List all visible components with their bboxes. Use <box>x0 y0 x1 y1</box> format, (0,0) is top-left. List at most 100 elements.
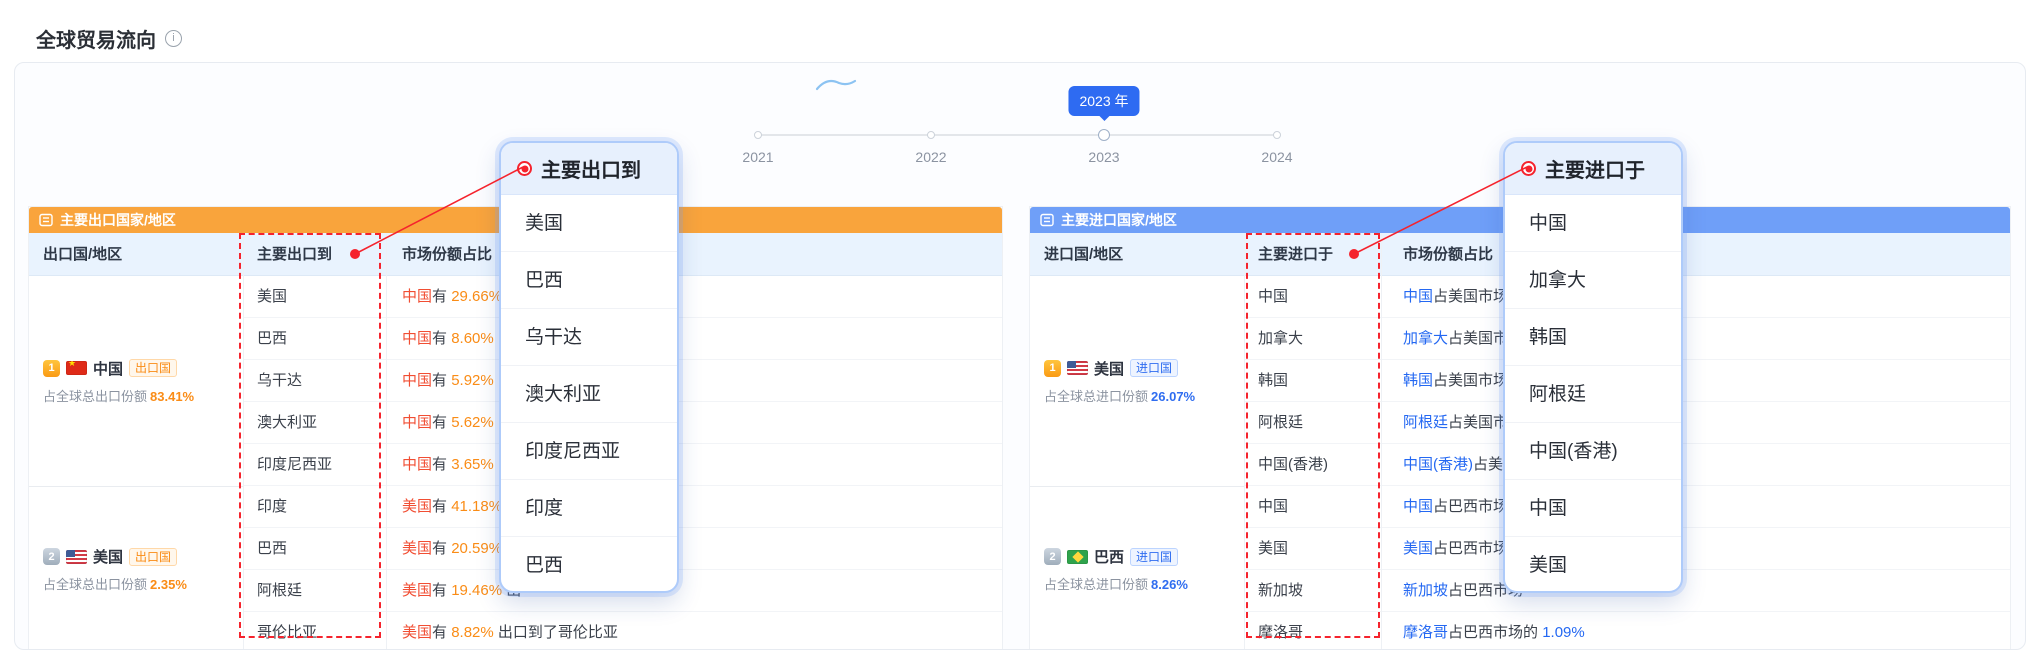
text-segment: 8.82% <box>451 624 494 641</box>
usa-flag-icon <box>1067 361 1088 375</box>
share-label: 占全球总出口份额 <box>43 577 147 592</box>
page-header: 全球贸易流向 i <box>36 24 182 53</box>
text-segment: 占巴西市场的 <box>1448 624 1542 641</box>
timeline-year-2021[interactable]: 2021 <box>728 149 788 165</box>
text-segment: 出口到了哥伦比亚 <box>494 624 618 641</box>
country-line: 2 美国 出口国 <box>43 546 243 567</box>
callout-item: 巴西 <box>501 252 677 309</box>
global-share-line: 占全球总出口份额2.35% <box>43 574 243 593</box>
text-segment: 美国 <box>402 582 432 599</box>
share-label: 占全球总进口份额 <box>1044 577 1148 592</box>
callout-item: 中国 <box>1505 480 1681 537</box>
timeline-track[interactable] <box>758 134 1277 136</box>
callout-item: 韩国 <box>1505 309 1681 366</box>
rank-1-badge: 1 <box>43 360 60 377</box>
share-value: 83.41% <box>150 389 194 404</box>
country-name: 美国 <box>93 546 123 567</box>
import-column-annotation-box <box>1246 233 1380 638</box>
callout-item: 阿根廷 <box>1505 366 1681 423</box>
timeline-dot-2024[interactable] <box>1273 131 1281 139</box>
global-share-line: 占全球总进口份额26.07% <box>1044 386 1244 405</box>
callout-item: 印度尼西亚 <box>501 423 677 480</box>
text-segment: 美国 <box>402 624 432 641</box>
text-segment: 有 <box>432 624 451 641</box>
timeline-year-2023[interactable]: 2023 <box>1074 149 1134 165</box>
text-segment: 加拿大 <box>1403 330 1448 347</box>
text-segment: 中国 <box>402 288 432 305</box>
import-callout-header: 主要进口于 <box>1505 143 1681 195</box>
text-segment: 中国 <box>1403 288 1433 305</box>
timeline-dot-2021[interactable] <box>754 131 762 139</box>
text-segment: 有 <box>432 288 451 305</box>
export-callout-title: 主要出口到 <box>541 154 641 183</box>
market-share-cell: 摩洛哥占巴西市场的 1.09% <box>1403 612 1585 650</box>
text-segment: 41.18% <box>451 498 502 515</box>
import-callout-title: 主要进口于 <box>1545 154 1645 183</box>
exporter-badge: 出口国 <box>129 548 177 566</box>
text-segment: 中国 <box>402 414 432 431</box>
text-segment: 5.92% <box>451 372 494 389</box>
global-share-line: 占全球总出口份额83.41% <box>43 386 243 405</box>
text-segment: 有 <box>432 456 451 473</box>
text-segment: 1.09% <box>1542 624 1585 641</box>
import-table-title: 主要进口国家/地区 <box>1061 210 1177 230</box>
column-header-market-share: 市场份额占比 <box>1403 233 1493 276</box>
text-segment: 韩国 <box>1403 372 1433 389</box>
exporter-summary-china: 1 中国 出口国 占全球总出口份额83.41% <box>29 276 243 486</box>
text-segment: 中国 <box>1403 498 1433 515</box>
info-circle-icon[interactable]: i <box>165 30 182 47</box>
share-value: 2.35% <box>150 577 187 592</box>
column-header-importer: 进口国/地区 <box>1044 233 1123 276</box>
timeline-dot-2023[interactable] <box>1098 129 1110 141</box>
country-line: 1 中国 出口国 <box>43 358 243 379</box>
text-segment: 美国 <box>1403 540 1433 557</box>
import-callout-items: 中国加拿大韩国阿根廷中国(香港)中国美国 <box>1505 195 1681 593</box>
china-flag-icon <box>66 361 87 375</box>
callout-item: 中国 <box>1505 195 1681 252</box>
export-table-title: 主要出口国家/地区 <box>60 210 176 230</box>
rank-2-badge: 2 <box>43 548 60 565</box>
export-callout-header: 主要出口到 <box>501 143 677 195</box>
timeline-dot-2022[interactable] <box>927 131 935 139</box>
market-share-cell: 中国有 8.60% 出 <box>402 318 513 359</box>
callout-item: 印度 <box>501 480 677 537</box>
export-callout: 主要出口到 美国巴西乌干达澳大利亚印度尼西亚印度巴西 <box>499 141 679 593</box>
timeline-year-2024[interactable]: 2024 <box>1247 149 1307 165</box>
importer-badge: 进口国 <box>1130 359 1178 377</box>
exporter-badge: 出口国 <box>129 359 177 377</box>
callout-item: 巴西 <box>501 537 677 593</box>
brazil-flag-icon <box>1067 550 1088 564</box>
country-name: 美国 <box>1094 358 1124 379</box>
market-share-cell: 中国有 5.92% 出 <box>402 360 513 401</box>
text-segment: 有 <box>432 540 451 557</box>
trade-panel: 2023 年 2021202220232024 主要出口国家/地区 出口国/地区… <box>14 62 2026 650</box>
usa-flag-icon <box>66 550 87 564</box>
text-segment: 20.59% <box>451 540 502 557</box>
text-segment: 3.65% <box>451 456 494 473</box>
target-dot-icon <box>517 161 532 176</box>
text-segment: 摩洛哥 <box>1403 624 1448 641</box>
text-segment: 有 <box>432 414 451 431</box>
text-segment: 新加坡 <box>1403 582 1448 599</box>
share-label: 占全球总进口份额 <box>1044 389 1148 404</box>
text-segment: 29.66% <box>451 288 502 305</box>
export-callout-items: 美国巴西乌干达澳大利亚印度尼西亚印度巴西 <box>501 195 677 593</box>
callout-item: 乌干达 <box>501 309 677 366</box>
exporter-summary-usa: 2 美国 出口国 占全球总出口份额2.35% <box>29 487 243 650</box>
callout-item: 加拿大 <box>1505 252 1681 309</box>
column-header-exporter: 出口国/地区 <box>43 233 122 276</box>
page-title: 全球贸易流向 <box>36 24 156 53</box>
importer-summary-usa: 1 美国 进口国 占全球总进口份额26.07% <box>1030 276 1244 486</box>
list-icon <box>1040 213 1054 227</box>
market-share-cell: 中国有 5.62% 出 <box>402 402 513 443</box>
list-icon <box>39 213 53 227</box>
text-segment: 美国 <box>402 540 432 557</box>
column-divider <box>1381 233 1382 650</box>
timeline-year-2022[interactable]: 2022 <box>901 149 961 165</box>
country-line: 2 巴西 进口国 <box>1044 546 1244 567</box>
text-segment: 有 <box>432 498 451 515</box>
text-segment: 美国 <box>402 498 432 515</box>
import-callout: 主要进口于 中国加拿大韩国阿根廷中国(香港)中国美国 <box>1503 141 1683 593</box>
column-divider <box>1244 233 1245 650</box>
text-segment: 中国 <box>402 330 432 347</box>
